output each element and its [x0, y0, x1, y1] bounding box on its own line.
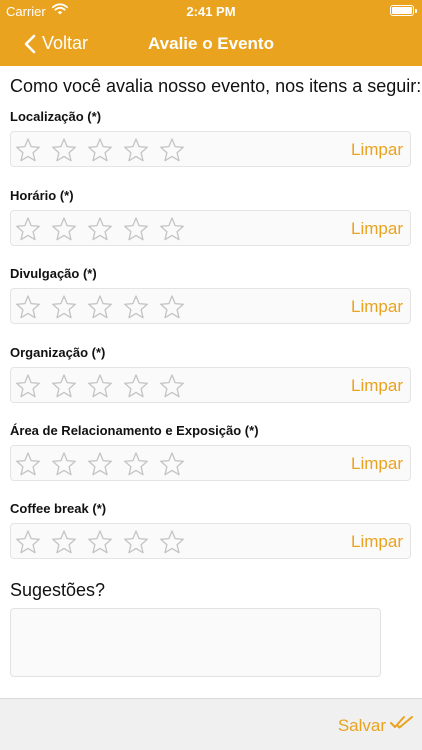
star-rating	[15, 451, 195, 477]
category-label: Coffee break (*)	[10, 501, 107, 516]
suggestions-input[interactable]	[10, 608, 381, 677]
star-outline-icon[interactable]	[51, 216, 77, 242]
star-outline-icon[interactable]	[159, 373, 185, 399]
star-rating	[15, 216, 195, 242]
star-outline-icon[interactable]	[15, 137, 41, 163]
page-title: Avalie o Evento	[148, 34, 274, 53]
clear-button[interactable]: Limpar	[351, 297, 403, 317]
double-check-icon	[390, 715, 414, 736]
footer-bar: Salvar	[0, 698, 422, 750]
star-outline-icon[interactable]	[87, 294, 113, 320]
star-outline-icon[interactable]	[159, 529, 185, 555]
star-outline-icon[interactable]	[51, 137, 77, 163]
status-time: 2:41 PM	[186, 4, 236, 19]
star-outline-icon[interactable]	[123, 294, 149, 320]
category-label: Área de Relacionamento e Exposição (*)	[10, 423, 259, 438]
star-rating	[15, 529, 195, 555]
category-label: Divulgação (*)	[10, 266, 97, 281]
star-outline-icon[interactable]	[123, 216, 149, 242]
clear-button[interactable]: Limpar	[351, 532, 403, 552]
star-outline-icon[interactable]	[51, 373, 77, 399]
suggestions-label: Sugestões?	[10, 580, 106, 600]
star-outline-icon[interactable]	[123, 373, 149, 399]
star-rating	[15, 294, 195, 320]
clear-button[interactable]: Limpar	[351, 140, 403, 160]
star-outline-icon[interactable]	[51, 451, 77, 477]
clear-button[interactable]: Limpar	[351, 454, 403, 474]
star-outline-icon[interactable]	[15, 373, 41, 399]
rating-row: Limpar	[10, 131, 411, 167]
star-outline-icon[interactable]	[51, 529, 77, 555]
save-label: Salvar	[337, 715, 386, 735]
save-button[interactable]: Salvar	[338, 715, 414, 736]
star-rating	[15, 137, 195, 163]
rating-row: Limpar	[10, 210, 411, 246]
battery-icon	[390, 5, 417, 16]
rating-row: Limpar	[10, 523, 411, 559]
clear-button[interactable]: Limpar	[351, 376, 403, 396]
star-outline-icon[interactable]	[123, 451, 149, 477]
star-outline-icon[interactable]	[123, 137, 149, 163]
nav-bar: Voltar Avalie o Evento	[0, 22, 422, 66]
rating-row: Limpar	[10, 288, 411, 324]
star-outline-icon[interactable]	[159, 216, 185, 242]
star-outline-icon[interactable]	[87, 451, 113, 477]
status-bar: Carrier 2:41 PM	[0, 0, 422, 22]
category-label: Localização (*)	[10, 109, 102, 124]
star-outline-icon[interactable]	[15, 451, 41, 477]
star-outline-icon[interactable]	[159, 294, 185, 320]
star-outline-icon[interactable]	[87, 529, 113, 555]
rating-row: Limpar	[10, 445, 411, 481]
star-outline-icon[interactable]	[51, 294, 77, 320]
star-outline-icon[interactable]	[87, 137, 113, 163]
star-outline-icon[interactable]	[15, 294, 41, 320]
star-outline-icon[interactable]	[15, 529, 41, 555]
clear-button[interactable]: Limpar	[351, 219, 403, 239]
rating-row: Limpar	[10, 367, 411, 403]
category-label: Horário (*)	[10, 188, 74, 203]
star-rating	[15, 373, 195, 399]
star-outline-icon[interactable]	[15, 216, 41, 242]
star-outline-icon[interactable]	[159, 137, 185, 163]
star-outline-icon[interactable]	[87, 373, 113, 399]
star-outline-icon[interactable]	[159, 451, 185, 477]
form-question: Como você avalia nosso evento, nos itens…	[10, 76, 422, 96]
star-outline-icon[interactable]	[87, 216, 113, 242]
star-outline-icon[interactable]	[123, 529, 149, 555]
category-label: Organização (*)	[10, 345, 106, 360]
